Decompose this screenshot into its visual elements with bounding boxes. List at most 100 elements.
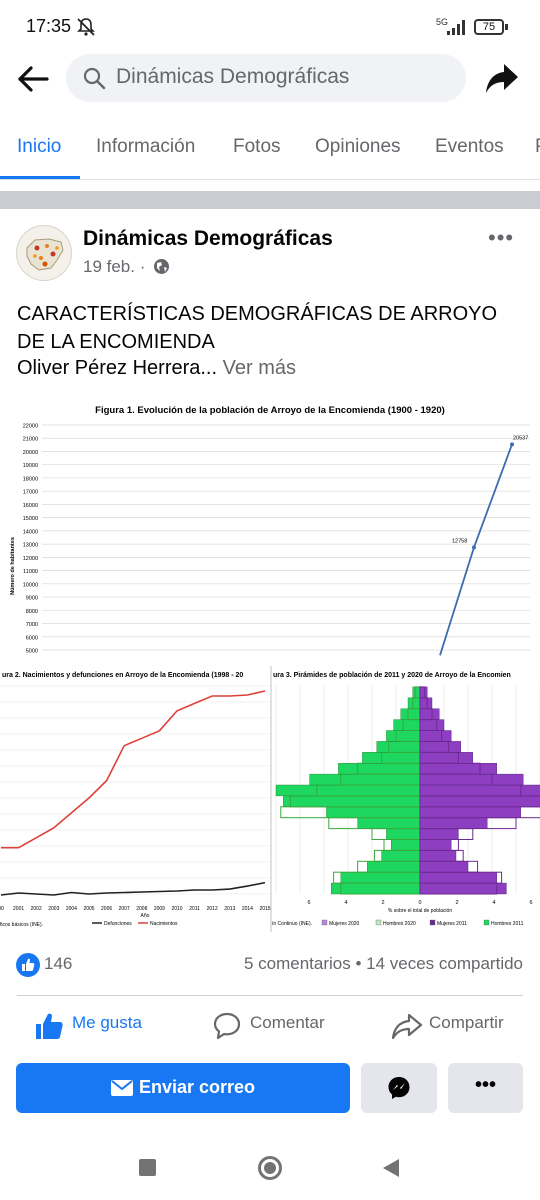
back-arrow-icon[interactable] [16, 64, 50, 94]
figure2-xtick: 2002 [31, 906, 42, 912]
home-icon[interactable] [258, 1156, 282, 1180]
tab-eventos[interactable]: Eventos [435, 136, 504, 158]
share-button[interactable]: Compartir [429, 1013, 504, 1033]
figure2-xtick: 2004 [66, 906, 77, 912]
figure3-legend-swatch [429, 919, 436, 926]
post-options-icon[interactable]: ••• [488, 225, 514, 251]
figure3-xlabel: % sobre el total de población [388, 908, 452, 914]
like-reaction-icon [16, 953, 40, 977]
figure3-xtick: 4 [492, 900, 495, 906]
active-tab-indicator [0, 176, 80, 179]
figure3-bar-women-2020 [419, 784, 540, 797]
figure3-bar-women-2020 [419, 839, 452, 851]
post-header: Dinámicas Demográficas 19 feb. · ••• [0, 209, 540, 289]
figure3-bar-women-2020 [419, 741, 461, 753]
figure3-bar-women-2020 [419, 882, 507, 895]
reactions-row: 146 5 comentarios • 14 veces compartido [0, 945, 540, 985]
figure3-xtick: 0 [418, 900, 421, 906]
share-icon[interactable] [391, 1012, 423, 1040]
send-email-label: Enviar correo [139, 1077, 256, 1097]
figure3-bar-women-2020 [419, 806, 522, 818]
post-author-line: Oliver Pérez Herrera... Ver más [17, 357, 296, 379]
recent-apps-icon[interactable] [139, 1159, 156, 1176]
separator [17, 995, 523, 996]
messenger-button[interactable] [361, 1063, 437, 1113]
figure2-xtick: 00 [0, 906, 4, 912]
tab-fotos[interactable]: Fotos [233, 136, 281, 158]
figure2-source: ficos básicos (INE). [0, 922, 43, 928]
search-icon [83, 67, 106, 90]
figure3-bar-men-2020 [407, 697, 421, 709]
figure3-legend-swatch [321, 919, 328, 926]
tab-opiniones[interactable]: Opiniones [315, 136, 401, 158]
figure2-xtick: 2014 [242, 906, 253, 912]
like-count[interactable]: 146 [44, 954, 72, 974]
figure1-ytick: 14000 [23, 529, 38, 535]
figure3-bar-women-2020 [419, 795, 540, 807]
figure3-bar-women-2020 [419, 763, 498, 775]
figure3-xtick: 4 [344, 900, 347, 906]
tab-informacion[interactable]: Información [96, 136, 195, 158]
post-image[interactable]: Figura 1. Evolución de la población de A… [0, 396, 540, 936]
figure3-bar-men-2020 [326, 806, 421, 818]
tab-inicio[interactable]: Inicio [17, 136, 61, 158]
figure1-ytick: 13000 [23, 543, 38, 549]
like-thumb-icon[interactable] [34, 1011, 64, 1041]
figure1-ytick: 12000 [23, 556, 38, 562]
figure3-bar-women-2020 [419, 752, 473, 764]
figure2-xtick: 2003 [48, 906, 59, 912]
figure3-bar-women-2020 [419, 828, 459, 840]
see-more-link[interactable]: Ver más [223, 357, 296, 379]
figure3-title: ura 3. Pirámides de población de 2011 y … [273, 672, 511, 679]
figure3-legend-label: Hombres 2011 [491, 921, 524, 927]
figure3-bar-women-2020 [419, 730, 452, 742]
status-bar: 17:35 5G 75 [0, 0, 540, 54]
figure1-ytick: 8000 [26, 609, 38, 615]
figure3-bar-men-2020 [400, 708, 421, 720]
figure3-bar-men-2020 [340, 872, 421, 884]
figure1-ytick: 19000 [23, 463, 38, 469]
figure3-bar-men-2020 [331, 882, 421, 895]
system-nav-bar [0, 1135, 540, 1200]
figure3-xtick: 6 [307, 900, 310, 906]
comment-button[interactable]: Comentar [250, 1013, 325, 1033]
figure3-bar-men-2020 [386, 828, 421, 840]
share-arrow-icon[interactable] [484, 62, 520, 96]
figure3-bar-men-2020 [338, 763, 421, 775]
figure1-ytick: 9000 [26, 596, 38, 602]
comments-shares[interactable]: 5 comentarios • 14 veces compartido [244, 954, 523, 974]
send-email-button[interactable]: Enviar correo [16, 1063, 350, 1113]
figure2-legend-defunciones: Defunciones [104, 921, 132, 927]
figure3-bar-men-2020 [309, 773, 421, 786]
search-query: Dinámicas Demográficas [116, 65, 350, 88]
avatar[interactable] [16, 225, 72, 281]
search-bar[interactable]: Dinámicas Demográficas [66, 54, 466, 102]
figure2-title: ura 2. Nacimientos y defunciones en Arro… [2, 672, 243, 679]
figure1-ytick: 5000 [26, 649, 38, 655]
figure3-bar-women-2020 [419, 686, 428, 698]
more-options-button[interactable]: ••• [448, 1063, 523, 1113]
figure2-xtick: 2015 [259, 906, 270, 912]
back-nav-icon[interactable] [381, 1158, 401, 1178]
figure2-bg [0, 664, 272, 936]
figure1-ytick: 17000 [23, 490, 38, 496]
figure1-data-label: 20537 [513, 435, 528, 441]
figure3-bar-men-2020 [283, 795, 421, 807]
figure1-ytick: 18000 [23, 476, 38, 482]
figure3-legend-label: Mujeres 2020 [329, 921, 360, 927]
figure1-ytick: 20000 [23, 450, 38, 456]
figure1-ylabel: Número de habitantes [10, 537, 16, 595]
page-name[interactable]: Dinámicas Demográficas [83, 227, 333, 251]
post-actions: Me gusta Comentar Compartir [0, 1003, 540, 1051]
comment-icon[interactable] [212, 1012, 242, 1040]
figure3-bar-men-2020 [381, 850, 421, 862]
top-bar: Dinámicas Demográficas [0, 54, 540, 114]
like-button[interactable]: Me gusta [72, 1013, 142, 1033]
battery-tip [505, 24, 508, 30]
figure1-point [510, 442, 514, 447]
battery-icon: 75 [474, 19, 504, 35]
figure3-bar-men-2020 [393, 719, 421, 731]
figure1-point [472, 545, 476, 550]
tab-partial[interactable]: P [535, 136, 540, 158]
figure3-bar-men-2020 [391, 839, 421, 851]
